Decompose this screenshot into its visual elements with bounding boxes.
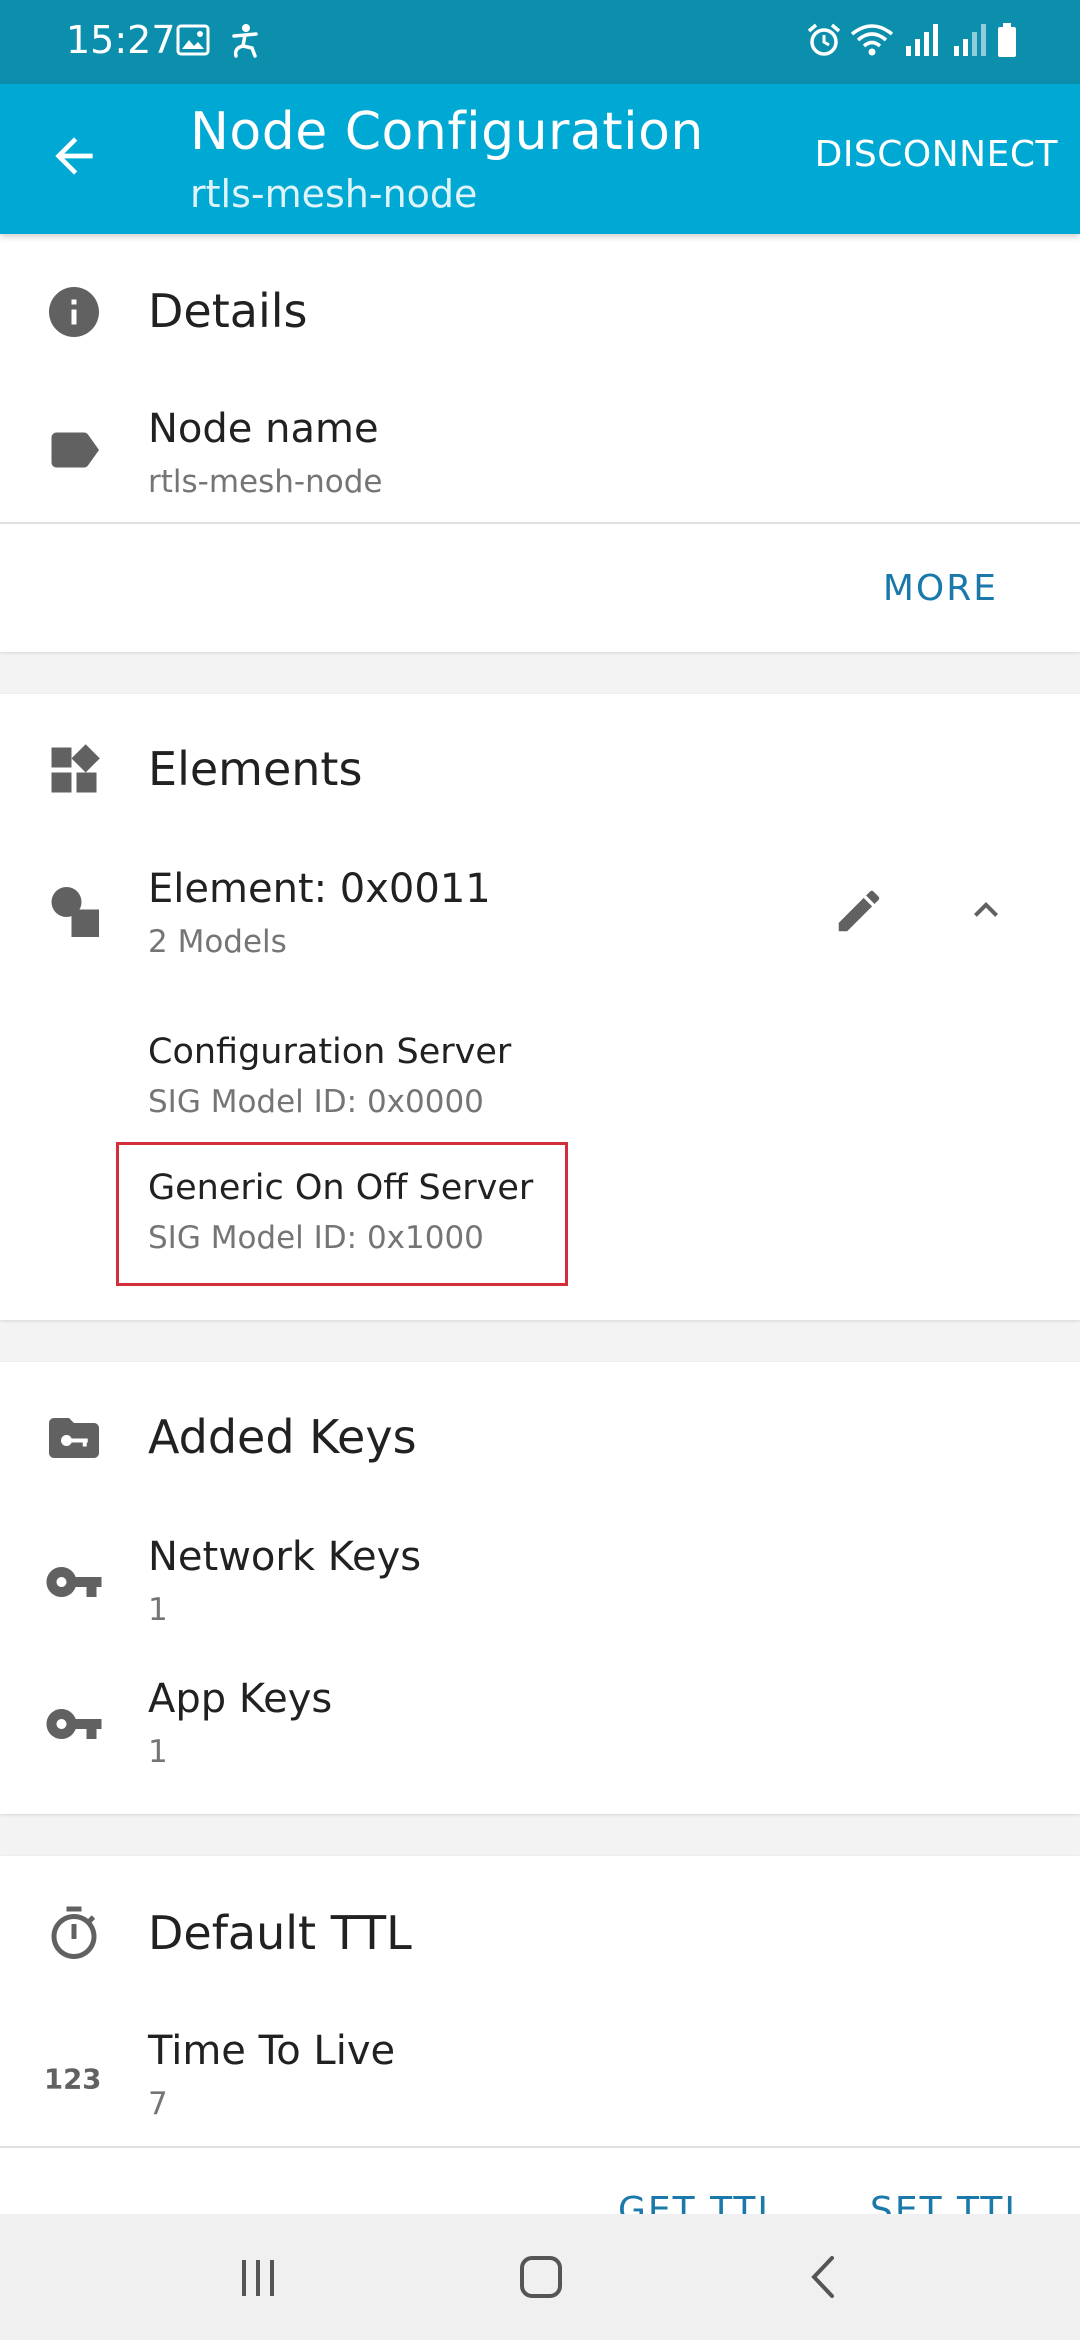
- element-subtitle: 2 Models: [148, 924, 287, 960]
- elements-header: Elements: [148, 742, 363, 796]
- category-icon: [51, 887, 99, 937]
- accessibility-icon: [232, 24, 258, 58]
- battery-icon: [998, 23, 1016, 57]
- status-bar: 15:27: [0, 0, 1080, 84]
- app-bar: Node Configuration rtls-mesh-node DISCON…: [0, 84, 1080, 234]
- disconnect-button[interactable]: DISCONNECT: [815, 134, 1058, 175]
- model-name: Configuration Server: [148, 1032, 512, 1072]
- wifi-icon: [850, 24, 894, 56]
- signal-icon: [954, 24, 986, 56]
- key-icon: [46, 1709, 102, 1739]
- details-card: Details Node name rtls-mesh-node MORE: [0, 234, 1080, 652]
- label-icon: [51, 432, 99, 468]
- ttl-value: 7: [148, 2086, 168, 2122]
- back-nav-icon[interactable]: [804, 2254, 844, 2300]
- node-name-value: rtls-mesh-node: [148, 464, 383, 500]
- ttl-label: Time To Live: [148, 2028, 396, 2074]
- app-keys-label: App Keys: [148, 1676, 333, 1722]
- chevron-up-icon[interactable]: [962, 886, 1010, 934]
- model-id: SIG Model ID: 0x0000: [148, 1084, 484, 1120]
- system-nav-bar: [0, 2214, 1080, 2340]
- recent-apps-icon[interactable]: [236, 2256, 280, 2300]
- selection-highlight-box: [116, 1142, 568, 1286]
- arrow-back-icon[interactable]: [46, 128, 102, 184]
- divider: [0, 522, 1080, 524]
- numbers-icon: 123: [44, 2064, 101, 2096]
- image-icon: [176, 24, 210, 56]
- key-icon: [46, 1567, 102, 1597]
- ttl-header: Default TTL: [148, 1906, 412, 1960]
- network-keys-label: Network Keys: [148, 1534, 422, 1580]
- keys-card: Added Keys Network Keys 1 App Keys 1: [0, 1362, 1080, 1814]
- page-title: Node Configuration: [190, 102, 704, 162]
- home-icon[interactable]: [518, 2254, 564, 2300]
- network-keys-count: 1: [148, 1592, 168, 1628]
- info-icon: [49, 287, 99, 337]
- page-subtitle: rtls-mesh-node: [190, 172, 478, 216]
- more-button[interactable]: MORE: [883, 568, 998, 609]
- keys-header: Added Keys: [148, 1410, 417, 1464]
- node-name-label: Node name: [148, 406, 379, 452]
- timer-icon: [51, 1906, 97, 1959]
- widgets-icon: [51, 744, 100, 793]
- details-header: Details: [148, 284, 308, 338]
- status-time: 15:27: [66, 18, 176, 62]
- svg-text:123: 123: [44, 2064, 101, 2096]
- alarm-icon: [807, 23, 841, 56]
- edit-icon[interactable]: [832, 884, 886, 938]
- folder-key-icon: [49, 1418, 99, 1458]
- app-keys-count: 1: [148, 1734, 168, 1770]
- signal-icon: [906, 24, 938, 56]
- divider: [0, 2146, 1080, 2148]
- ttl-card: Default TTL 123 Time To Live 7 GET TTL S…: [0, 1856, 1080, 2256]
- element-title: Element: 0x0011: [148, 866, 491, 912]
